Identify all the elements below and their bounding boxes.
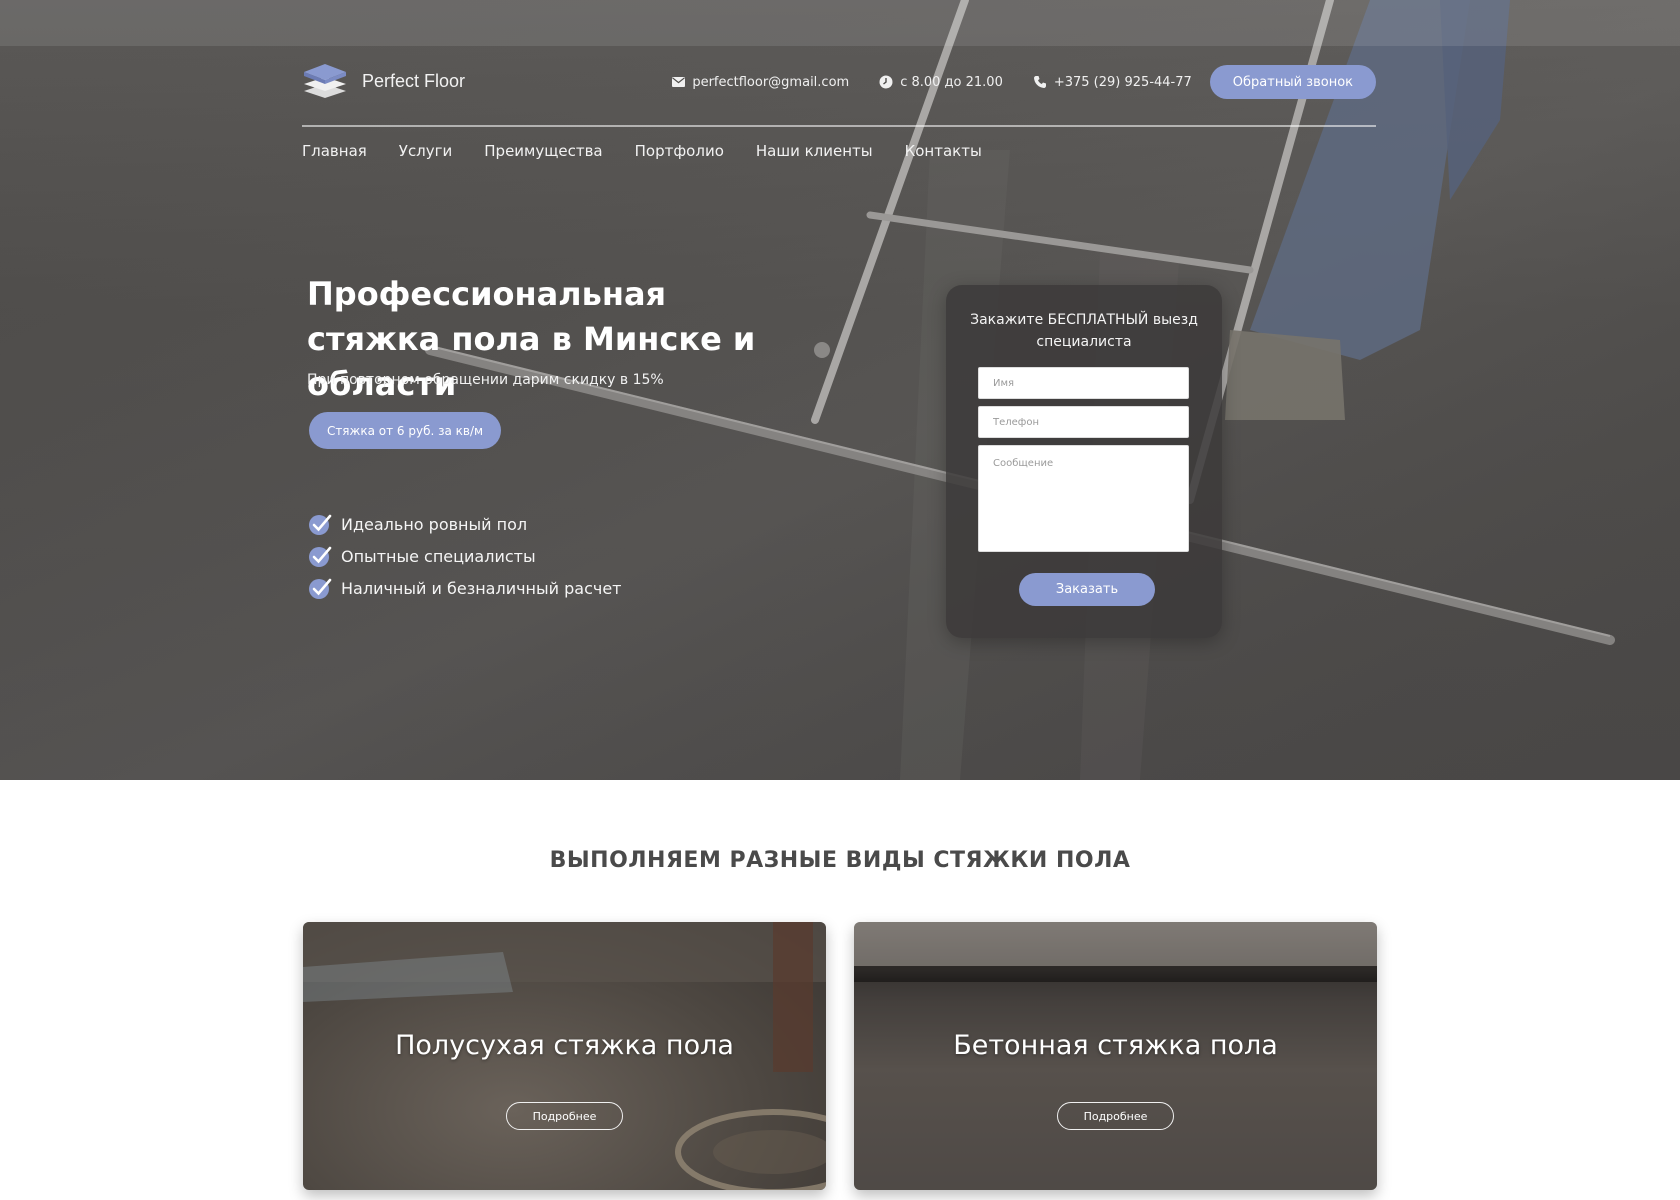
phone-icon [1033,75,1047,89]
hero-top-band [0,0,1680,46]
name-field[interactable] [978,367,1189,399]
check-circle-icon [309,546,332,567]
service-card-concrete[interactable]: Бетонная стяжка пола Подробнее [854,922,1377,1190]
header-contacts: perfectfloor@gmail.com с 8.00 до 21.00 +… [671,62,1376,102]
form-title: Закажите БЕСПЛАТНЫЙ выезд специалиста [970,312,1198,350]
phone-contact[interactable]: +375 (29) 925-44-77 [1033,75,1192,90]
hero-section [0,0,1680,780]
feature-label: Опытные специалисты [341,546,536,566]
price-button[interactable]: Стяжка от 6 руб. за кв/м [309,412,501,449]
brand-name: Perfect Floor [362,70,466,91]
layers-icon [304,64,346,98]
feature-item: Опытные специалисты [308,540,622,572]
check-circle-icon [309,578,332,599]
feature-label: Идеально ровный пол [341,514,528,534]
nav-item-contacts[interactable]: Контакты [905,142,982,166]
check-circle-icon [309,514,332,535]
features-list: Идеально ровный пол Опытные специалисты … [308,508,622,604]
main-nav: Главная Услуги Преимущества Портфолио На… [302,142,1376,166]
card-title: Бетонная стяжка пола [953,1030,1278,1061]
phone-text: +375 (29) 925-44-77 [1053,74,1192,90]
feature-label: Наличный и безналичный расчет [341,578,622,598]
nav-item-advantages[interactable]: Преимущества [484,142,602,166]
card-title: Полусухая стяжка пола [395,1030,734,1061]
services-title: ВЫПОЛНЯЕМ РАЗНЫЕ ВИДЫ СТЯЖКИ ПОЛА [549,848,1131,873]
more-button[interactable]: Подробнее [1057,1102,1174,1130]
nav-item-services[interactable]: Услуги [399,142,452,166]
nav-item-clients[interactable]: Наши клиенты [756,142,873,166]
callback-button[interactable]: Обратный звонок [1209,65,1376,99]
feature-item: Идеально ровный пол [308,508,622,540]
message-field[interactable] [978,445,1189,552]
hours-text: с 8.00 до 21.00 [900,74,1003,90]
hours-contact: с 8.00 до 21.00 [879,75,1003,90]
more-button[interactable]: Подробнее [506,1102,623,1130]
hero-subtitle: При повторном обращении дарим скидку в 1… [307,372,664,388]
order-submit-button[interactable]: Заказать [1019,573,1155,606]
email-text: perfectfloor@gmail.com [692,74,850,90]
nav-item-home[interactable]: Главная [302,142,367,166]
envelope-icon [671,75,685,89]
site-header: Perfect Floor perfectfloor@gmail.com с 8… [302,62,1376,106]
hero-background-image [0,0,1680,780]
clock-icon [879,75,893,89]
phone-field[interactable] [978,406,1189,438]
order-form: Закажите БЕСПЛАТНЫЙ выезд специалиста За… [946,285,1222,638]
logo[interactable]: Perfect Floor [302,62,465,100]
service-card-semi-dry[interactable]: Полусухая стяжка пола Подробнее [303,922,826,1190]
header-divider [302,125,1376,127]
nav-item-portfolio[interactable]: Портфолио [635,142,724,166]
email-contact[interactable]: perfectfloor@gmail.com [671,75,849,90]
feature-item: Наличный и безналичный расчет [308,572,622,604]
